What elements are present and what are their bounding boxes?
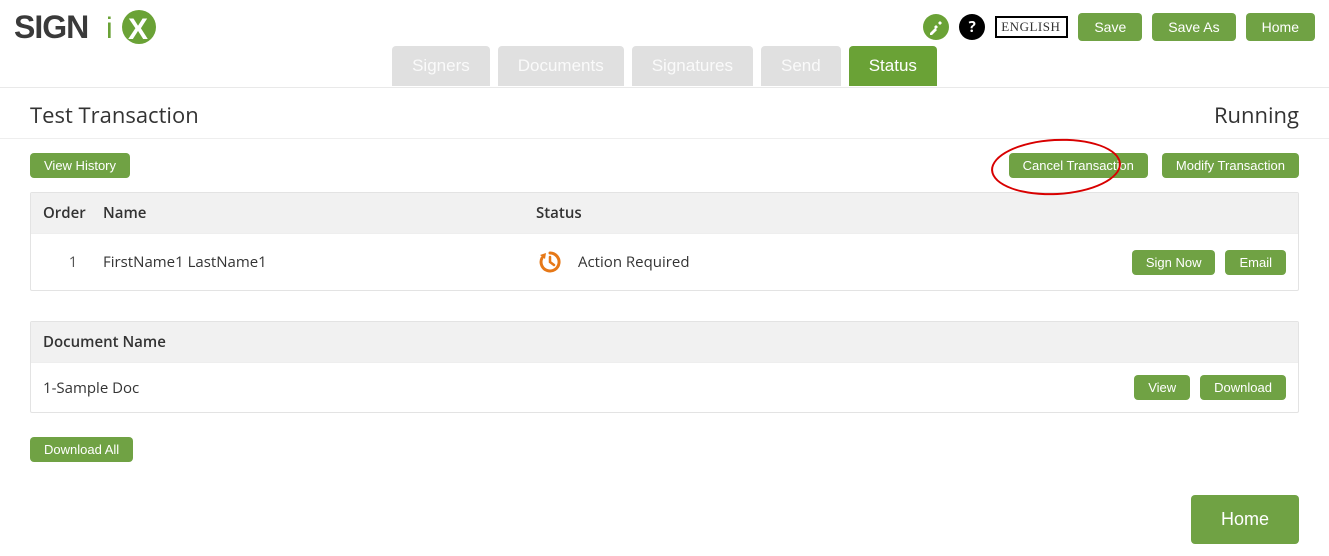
logo: SIGN i X	[14, 7, 164, 47]
footer-home: Home	[1191, 495, 1299, 544]
download-button[interactable]: Download	[1200, 375, 1286, 400]
language-selector[interactable]: ENGLISH	[995, 16, 1068, 38]
tab-signers[interactable]: Signers	[392, 46, 490, 86]
right-action-buttons: Cancel Transaction Modify Transaction	[1009, 153, 1299, 178]
row-status: Action Required	[536, 248, 1096, 276]
tools-icon[interactable]	[923, 14, 949, 40]
header-order: Order	[43, 203, 103, 223]
footer-home-button[interactable]: Home	[1191, 495, 1299, 544]
row-order: 1	[43, 252, 103, 272]
transaction-title: Test Transaction	[30, 100, 199, 130]
save-button[interactable]: Save	[1078, 13, 1142, 41]
download-all-button[interactable]: Download All	[30, 437, 133, 462]
help-icon[interactable]: ?	[959, 14, 985, 40]
table-row: 1-Sample Doc View Download	[31, 362, 1298, 412]
svg-text:X: X	[128, 13, 148, 46]
header-actions-col	[1096, 203, 1286, 223]
sign-now-button[interactable]: Sign Now	[1132, 250, 1216, 275]
tab-documents[interactable]: Documents	[498, 46, 624, 86]
action-required-icon	[536, 248, 564, 276]
row-name: FirstName1 LastName1	[103, 252, 536, 272]
header-name: Name	[103, 203, 536, 223]
table-row: 1 FirstName1 LastName1 Action Required S…	[31, 233, 1298, 290]
tab-status[interactable]: Status	[849, 46, 937, 86]
language-label: ENGLISH	[1001, 19, 1060, 34]
row-status-label: Action Required	[578, 252, 690, 272]
app-header: SIGN i X ? ENGLISH Save Save As Home	[0, 0, 1329, 48]
view-history-button[interactable]: View History	[30, 153, 130, 178]
document-name: 1-Sample Doc	[43, 378, 1134, 398]
document-actions: View Download	[1134, 375, 1286, 400]
cancel-transaction-button[interactable]: Cancel Transaction	[1009, 153, 1148, 178]
view-button[interactable]: View	[1134, 375, 1190, 400]
documents-panel: Document Name 1-Sample Doc View Download	[30, 321, 1299, 413]
header-status: Status	[536, 203, 1096, 223]
header-actions: ? ENGLISH Save Save As Home	[923, 13, 1315, 41]
tab-signatures[interactable]: Signatures	[632, 46, 753, 86]
action-row: View History Cancel Transaction Modify T…	[0, 139, 1329, 192]
tab-send[interactable]: Send	[761, 46, 841, 86]
svg-text:i: i	[106, 12, 113, 45]
modify-transaction-button[interactable]: Modify Transaction	[1162, 153, 1299, 178]
documents-header: Document Name	[31, 322, 1298, 362]
page-title-row: Test Transaction Running	[0, 88, 1329, 139]
signers-table-header: Order Name Status	[31, 193, 1298, 233]
email-button[interactable]: Email	[1225, 250, 1286, 275]
signers-panel: Order Name Status 1 FirstName1 LastName1…	[30, 192, 1299, 291]
row-actions: Sign Now Email	[1096, 250, 1286, 275]
transaction-state: Running	[1214, 100, 1299, 130]
save-as-button[interactable]: Save As	[1152, 13, 1235, 41]
svg-text:SIGN: SIGN	[14, 9, 88, 45]
home-button[interactable]: Home	[1246, 13, 1315, 41]
tab-bar: Signers Documents Signatures Send Status	[0, 46, 1329, 88]
